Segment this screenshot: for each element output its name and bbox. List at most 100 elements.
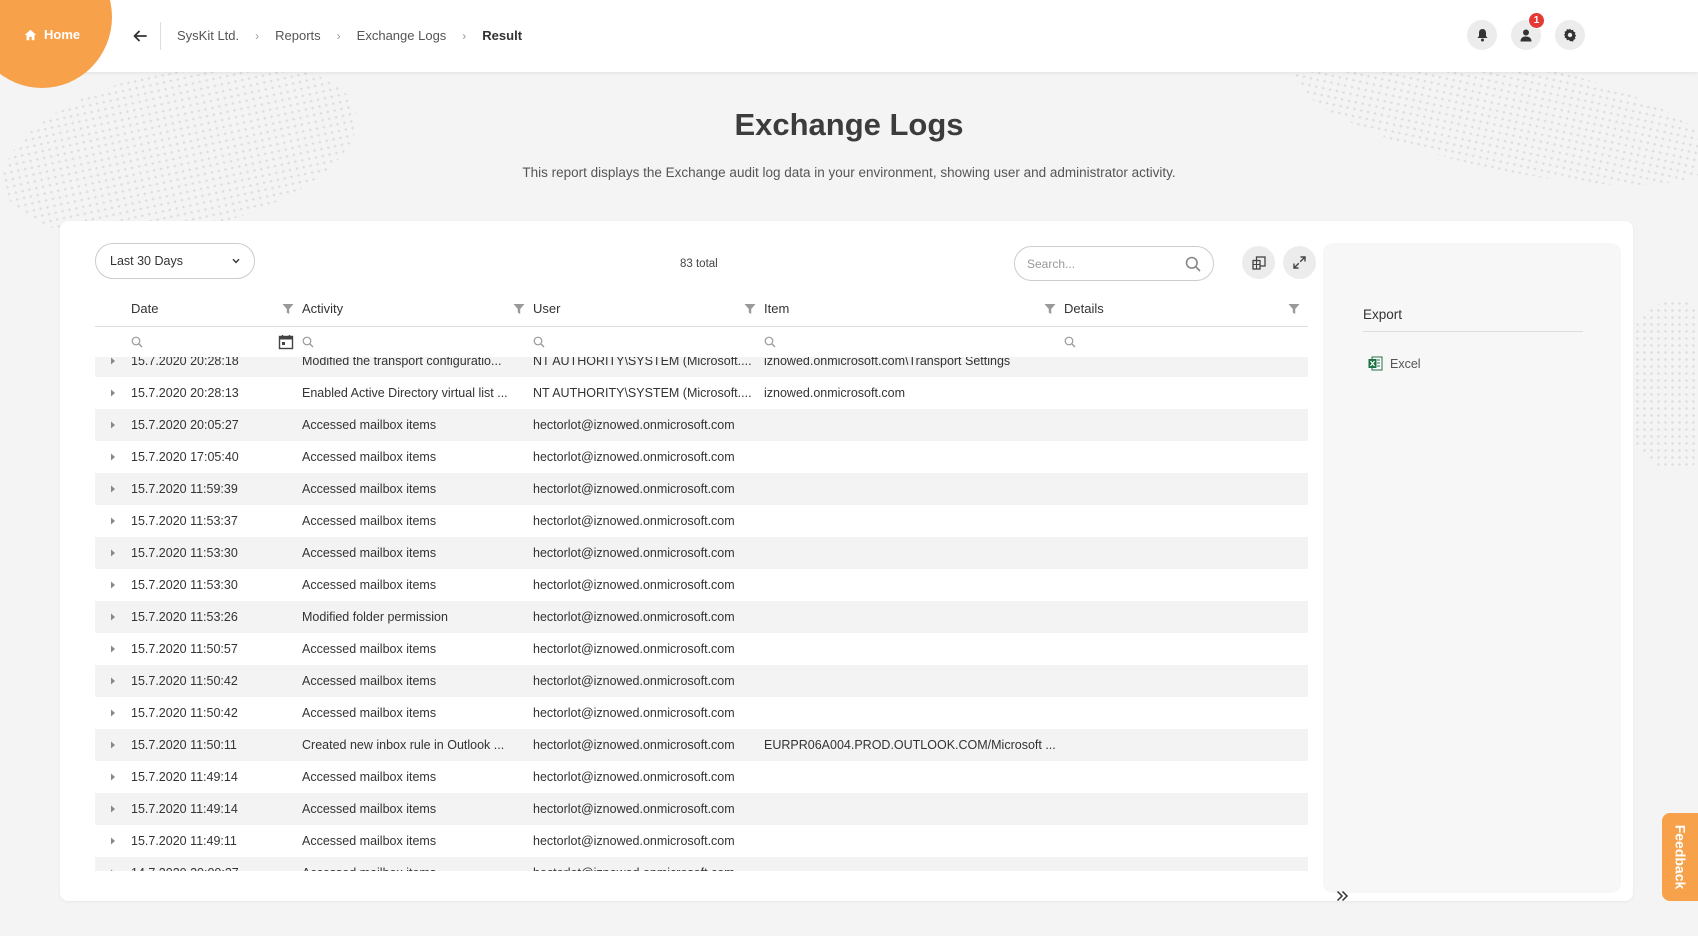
table-row[interactable]: 14.7.2020 20:00:27 Accessed mailbox items… xyxy=(95,857,1308,871)
export-excel-label: Excel xyxy=(1390,356,1421,371)
row-expand-button[interactable] xyxy=(95,601,131,633)
cell-activity: Accessed mailbox items xyxy=(302,409,533,441)
grid-body: 15.7.2020 20:28:18 Modified the transport… xyxy=(95,357,1308,871)
fullscreen-button[interactable] xyxy=(1283,246,1316,279)
bell-icon xyxy=(1477,29,1487,42)
caret-right-icon xyxy=(111,517,115,525)
table-row[interactable]: 15.7.2020 20:05:27 Accessed mailbox items… xyxy=(95,409,1308,441)
funnel-icon[interactable] xyxy=(1044,303,1056,315)
column-header-details[interactable]: Details xyxy=(1064,291,1308,326)
table-row[interactable]: 15.7.2020 11:50:57 Accessed mailbox items… xyxy=(95,633,1308,665)
filter-cell-user[interactable] xyxy=(533,327,764,357)
cell-activity: Accessed mailbox items xyxy=(302,857,533,871)
cell-text: Enabled Active Directory virtual list ..… xyxy=(302,386,508,400)
search-icon xyxy=(131,336,143,348)
table-row[interactable]: 15.7.2020 20:28:13 Enabled Active Directo… xyxy=(95,377,1308,409)
table-row[interactable]: 15.7.2020 11:49:14 Accessed mailbox items… xyxy=(95,793,1308,825)
row-expand-button[interactable] xyxy=(95,441,131,473)
collapse-panel-button[interactable] xyxy=(1336,889,1349,907)
back-button[interactable] xyxy=(130,26,150,46)
cell-text: 15.7.2020 11:50:42 xyxy=(131,706,238,720)
funnel-icon[interactable] xyxy=(282,303,294,315)
table-row[interactable]: 15.7.2020 17:05:40 Accessed mailbox items… xyxy=(95,441,1308,473)
table-row[interactable]: 15.7.2020 11:50:11 Created new inbox rule… xyxy=(95,729,1308,761)
column-chooser-icon xyxy=(1251,255,1266,270)
home-button[interactable]: Home xyxy=(24,27,80,42)
filter-cell-date[interactable] xyxy=(131,327,302,357)
table-row[interactable]: 15.7.2020 11:53:37 Accessed mailbox items… xyxy=(95,505,1308,537)
calendar-icon[interactable] xyxy=(278,334,294,350)
column-header-activity[interactable]: Activity xyxy=(302,291,533,326)
breadcrumb-item-exchange-logs[interactable]: Exchange Logs xyxy=(357,28,447,43)
cell-text: 15.7.2020 11:53:37 xyxy=(131,514,238,528)
table-row[interactable]: 15.7.2020 11:53:26 Modified folder permis… xyxy=(95,601,1308,633)
cell-text: EURPR06A004.PROD.OUTLOOK.COM/Microsoft .… xyxy=(764,738,1056,752)
cell-details xyxy=(1064,473,1308,505)
cell-activity: Created new inbox rule in Outlook ... xyxy=(302,729,533,761)
table-row[interactable]: 15.7.2020 11:49:11 Accessed mailbox items… xyxy=(95,825,1308,857)
row-expand-button[interactable] xyxy=(95,409,131,441)
export-excel-button[interactable]: Excel xyxy=(1368,356,1421,371)
cell-date: 15.7.2020 20:28:13 xyxy=(131,377,302,409)
settings-button[interactable] xyxy=(1555,20,1585,50)
row-expand-button[interactable] xyxy=(95,793,131,825)
cell-item xyxy=(764,633,1064,665)
notifications-button[interactable] xyxy=(1467,20,1497,50)
funnel-icon[interactable] xyxy=(744,303,756,315)
chevron-down-icon xyxy=(232,258,240,264)
caret-right-icon xyxy=(111,773,115,781)
user-button[interactable]: 1 xyxy=(1511,12,1545,50)
table-row[interactable]: 15.7.2020 11:50:42 Accessed mailbox items… xyxy=(95,697,1308,729)
funnel-icon[interactable] xyxy=(1288,303,1300,315)
row-expand-button[interactable] xyxy=(95,633,131,665)
search-input[interactable] xyxy=(1027,256,1185,271)
filter-cell-activity[interactable] xyxy=(302,327,533,357)
table-row[interactable]: 15.7.2020 11:59:39 Accessed mailbox items… xyxy=(95,473,1308,505)
table-row[interactable]: 15.7.2020 11:50:42 Accessed mailbox items… xyxy=(95,665,1308,697)
funnel-icon[interactable] xyxy=(513,303,525,315)
cell-date: 15.7.2020 11:49:14 xyxy=(131,761,302,793)
table-row[interactable]: 15.7.2020 11:53:30 Accessed mailbox items… xyxy=(95,569,1308,601)
cell-text: hectorlot@iznowed.onmicrosoft.com xyxy=(533,418,735,432)
home-blob xyxy=(0,0,112,88)
row-expand-button[interactable] xyxy=(95,357,131,377)
row-expand-button[interactable] xyxy=(95,377,131,409)
row-expand-button[interactable] xyxy=(95,761,131,793)
breadcrumb-separator-icon: › xyxy=(462,28,467,43)
row-expand-button[interactable] xyxy=(95,697,131,729)
date-range-select[interactable]: Last 30 Days xyxy=(95,243,255,279)
column-header-item[interactable]: Item xyxy=(764,291,1064,326)
filter-cell-details[interactable] xyxy=(1064,327,1308,357)
search-icon[interactable] xyxy=(1185,256,1201,272)
caret-right-icon xyxy=(111,549,115,557)
column-header-user[interactable]: User xyxy=(533,291,764,326)
feedback-button[interactable]: Feedback xyxy=(1662,813,1698,901)
row-expand-button[interactable] xyxy=(95,825,131,857)
row-expand-button[interactable] xyxy=(95,505,131,537)
breadcrumb-item-reports[interactable]: Reports xyxy=(275,28,321,43)
row-expand-button[interactable] xyxy=(95,857,131,871)
cell-details xyxy=(1064,825,1308,857)
breadcrumb-item-syskit[interactable]: SysKit Ltd. xyxy=(177,28,239,43)
user-icon xyxy=(1520,29,1532,41)
cell-activity: Accessed mailbox items xyxy=(302,697,533,729)
cell-date: 15.7.2020 11:50:57 xyxy=(131,633,302,665)
row-expand-button[interactable] xyxy=(95,569,131,601)
cell-date: 15.7.2020 11:59:39 xyxy=(131,473,302,505)
row-expand-button[interactable] xyxy=(95,665,131,697)
filter-cell-item[interactable] xyxy=(764,327,1064,357)
cell-text: hectorlot@iznowed.onmicrosoft.com xyxy=(533,610,735,624)
row-expand-button[interactable] xyxy=(95,473,131,505)
row-expand-button[interactable] xyxy=(95,537,131,569)
cell-date: 15.7.2020 20:05:27 xyxy=(131,409,302,441)
cell-item xyxy=(764,793,1064,825)
caret-right-icon xyxy=(111,837,115,845)
column-header-date[interactable]: Date xyxy=(131,291,302,326)
table-row[interactable]: 15.7.2020 11:53:30 Accessed mailbox items… xyxy=(95,537,1308,569)
row-expand-button[interactable] xyxy=(95,729,131,761)
cell-user: hectorlot@iznowed.onmicrosoft.com xyxy=(533,825,764,857)
table-row[interactable]: 15.7.2020 11:49:14 Accessed mailbox items… xyxy=(95,761,1308,793)
table-row[interactable]: 15.7.2020 20:28:18 Modified the transport… xyxy=(95,357,1308,377)
column-chooser-button[interactable] xyxy=(1242,246,1275,279)
cell-item xyxy=(764,601,1064,633)
